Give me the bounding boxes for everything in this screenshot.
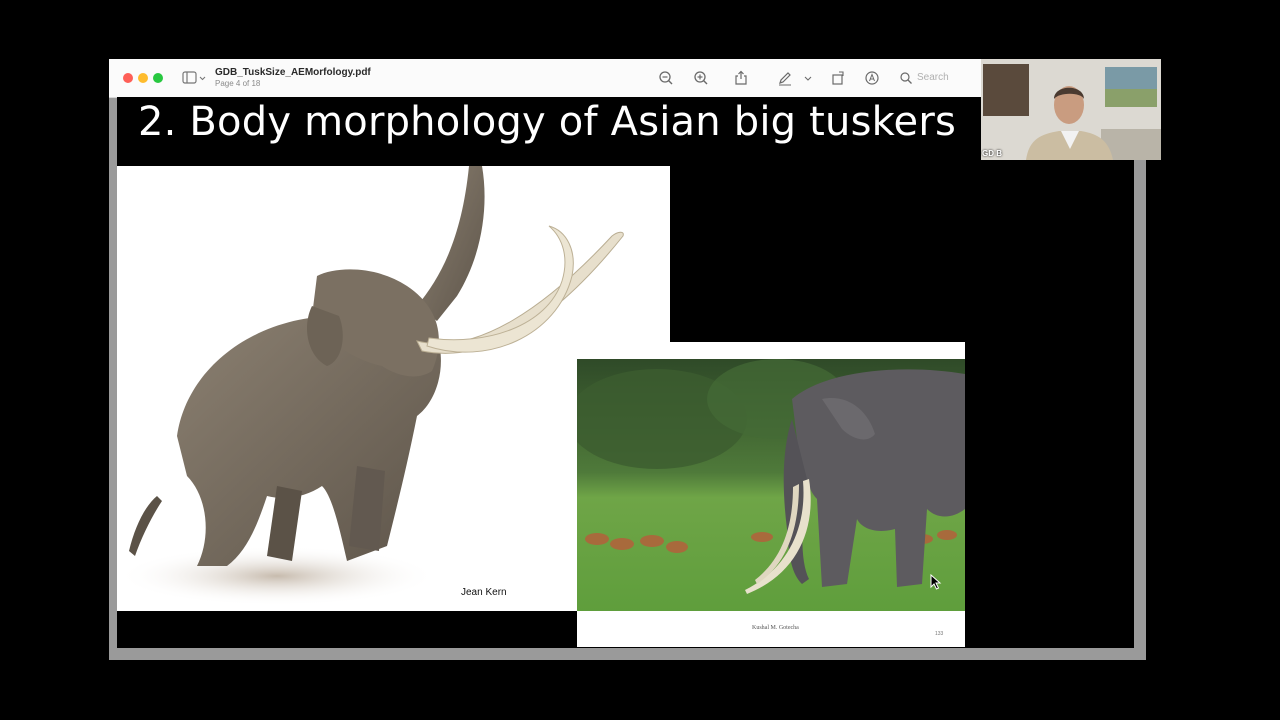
zoom-out-button[interactable] <box>657 69 675 87</box>
page-indicator: Page 4 of 18 <box>215 79 261 88</box>
participant-name: GD B <box>982 149 1002 158</box>
share-button[interactable] <box>732 69 750 87</box>
search-icon <box>900 72 912 84</box>
rotate-button[interactable] <box>829 69 847 87</box>
photo-panel: Kushal M. Gotecha 133 <box>577 342 965 647</box>
close-button[interactable] <box>123 73 133 83</box>
pointer-icon <box>930 573 942 590</box>
book-page-number: 133 <box>935 631 944 637</box>
pdf-page: 2. Body morphology of Asian big tuskers <box>117 97 1134 648</box>
chevron-down-icon <box>804 76 812 81</box>
annotate-button[interactable] <box>863 69 881 87</box>
sidebar-toggle-button[interactable] <box>181 70 209 86</box>
minimize-button[interactable] <box>138 73 148 83</box>
annotate-icon <box>865 71 879 85</box>
markup-pen-icon <box>779 72 791 86</box>
search-field[interactable]: Search <box>899 70 985 86</box>
markup-button[interactable] <box>776 69 794 87</box>
mouse-cursor <box>930 573 942 590</box>
slide-title: 2. Body morphology of Asian big tuskers <box>137 99 957 145</box>
elephant-photo <box>577 359 965 611</box>
zoom-in-icon <box>694 71 708 85</box>
image-credit-left: Jean Kern <box>461 587 507 598</box>
participant-video-frame <box>981 59 1161 160</box>
image-credit-right: Kushal M. Gotecha <box>752 625 799 631</box>
zoom-in-button[interactable] <box>692 69 710 87</box>
sidebar-icon <box>182 71 206 84</box>
elephant-photo-drawing <box>577 359 965 611</box>
participant-video-tile[interactable]: GD B <box>981 59 1161 160</box>
search-placeholder: Search <box>917 72 949 83</box>
share-icon <box>735 70 747 85</box>
zoom-button[interactable] <box>153 73 163 83</box>
zoom-out-icon <box>659 71 673 85</box>
markup-menu-button[interactable] <box>803 69 813 87</box>
document-title: GDB_TuskSize_AEMorfology.pdf <box>215 67 371 78</box>
rotate-icon <box>832 71 844 85</box>
